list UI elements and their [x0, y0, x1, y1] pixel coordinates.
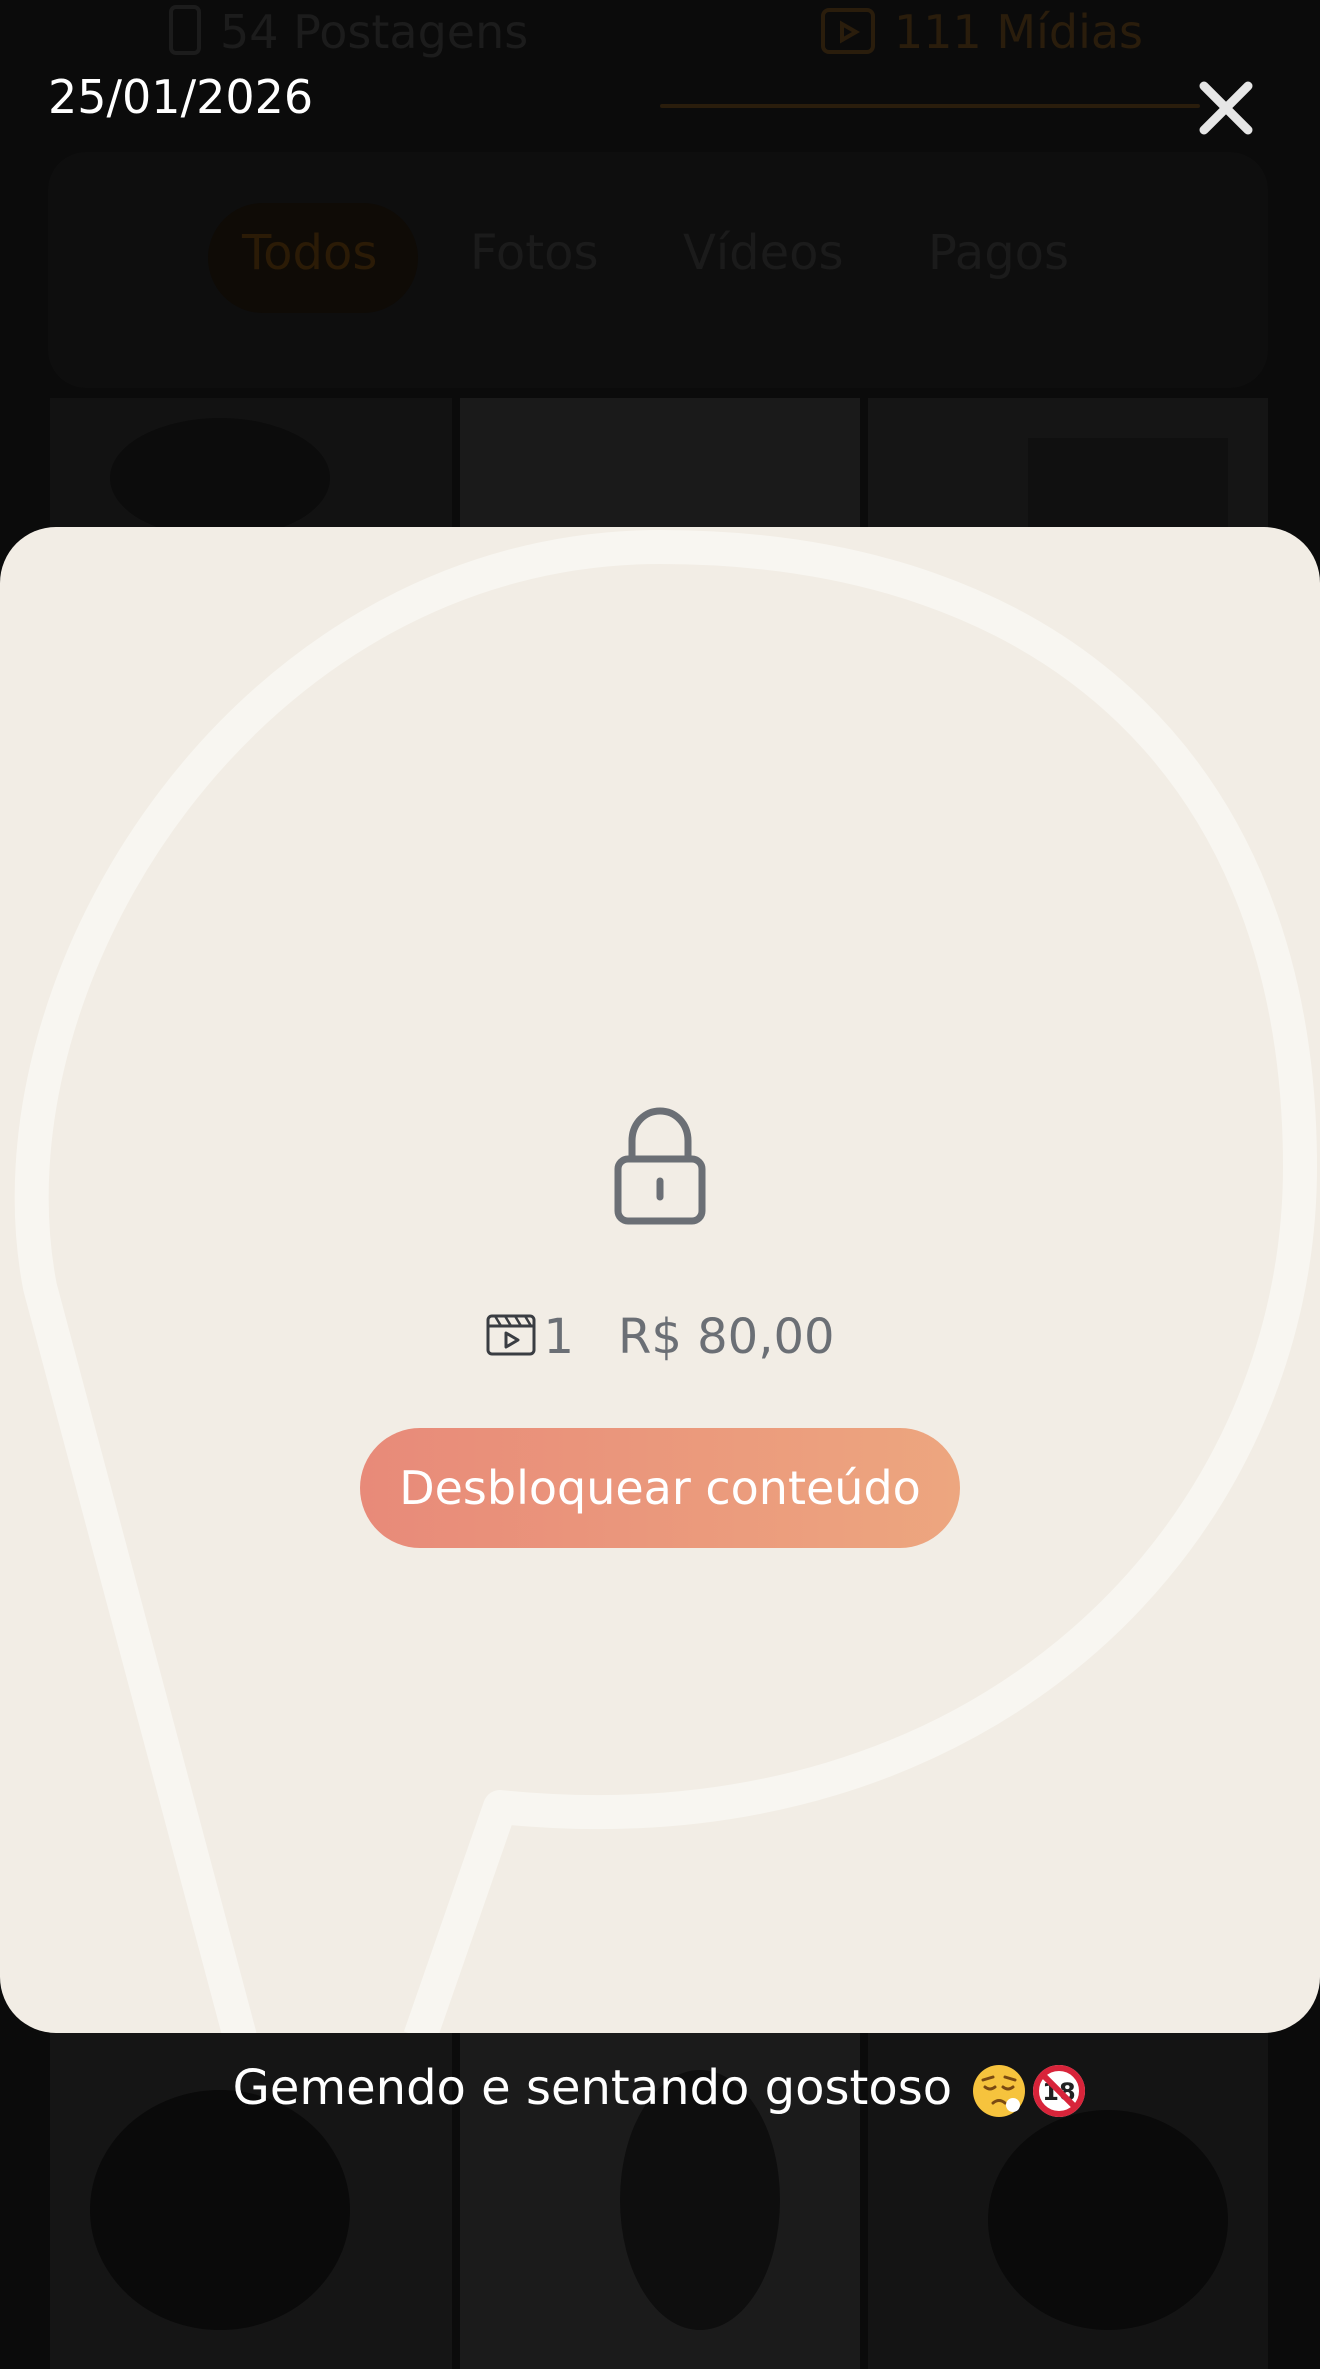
sleepy-face-emoji: [971, 2063, 1027, 2119]
post-date: 25/01/2026: [48, 70, 314, 124]
content-meta: 1 R$ 80,00: [0, 1309, 1320, 1365]
caption-text: Gemendo e sentando gostoso: [232, 2060, 953, 2116]
post-viewer-screen: 54 Postagens 111 Mídias Todos Fotos Víde…: [0, 0, 1320, 2369]
filter-todos[interactable]: Todos: [242, 225, 377, 281]
speech-bubble-watermark: [14, 530, 1317, 2033]
profile-stats: 54 Postagens 111 Mídias: [0, 0, 1320, 108]
close-button[interactable]: [1196, 78, 1256, 138]
close-icon: [1199, 81, 1253, 135]
filter-videos[interactable]: Vídeos: [683, 225, 844, 281]
price: R$ 80,00: [617, 1309, 835, 1365]
locked-content-card: 1 R$ 80,00 Desbloquear conteúdo: [0, 527, 1320, 2033]
video-clapper-icon: [485, 1313, 537, 1357]
media-thumbnail[interactable]: [50, 398, 452, 528]
media-thumbnail[interactable]: [460, 398, 860, 528]
media-tab-indicator: [660, 104, 1200, 108]
filter-fotos[interactable]: Fotos: [470, 225, 598, 281]
unlock-content-button[interactable]: Desbloquear conteúdo: [360, 1428, 960, 1548]
post-caption: Gemendo e sentando gostoso 18: [0, 2060, 1320, 2119]
media-thumbnail[interactable]: [868, 398, 1268, 528]
filter-pagos[interactable]: Pagos: [928, 225, 1069, 281]
video-clapper-icon: [820, 4, 876, 67]
phone-icon: [168, 4, 202, 67]
media-count-value: 1: [543, 1309, 574, 1365]
lock-icon: [614, 1107, 706, 1225]
posts-count: 54 Postagens: [168, 4, 528, 67]
no-under-18-emoji: 18: [1031, 2063, 1087, 2119]
media-count: 111 Mídias: [820, 4, 1143, 67]
